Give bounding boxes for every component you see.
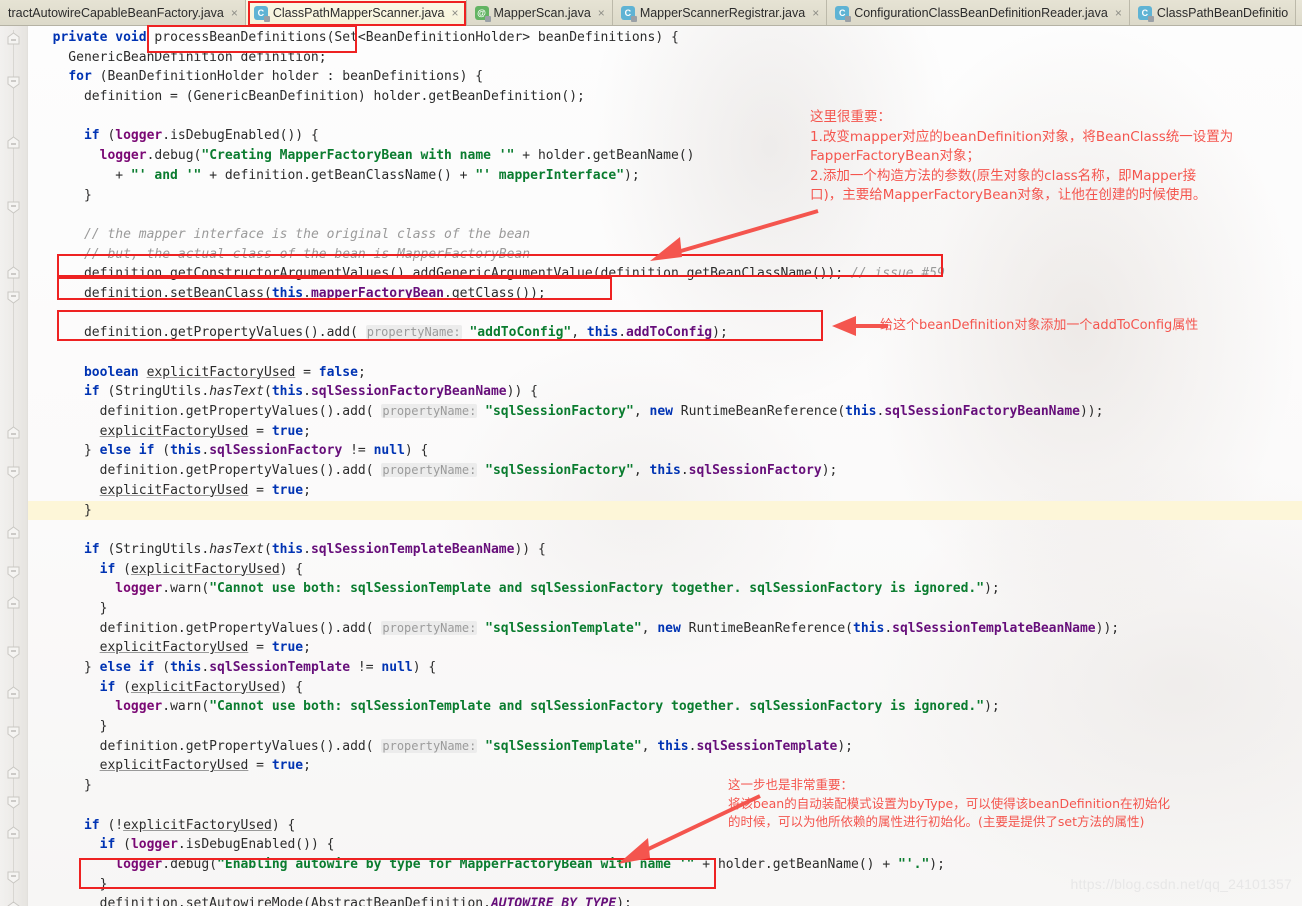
code-line[interactable]: logger.warn("Cannot use both: sqlSession… — [28, 579, 1302, 599]
annotation-note-add-to-config: 给这个beanDefinition对象添加一个addToConfig属性 — [880, 318, 1199, 333]
editor-tab-5[interactable]: C ClassPathBeanDefinitio — [1129, 0, 1297, 25]
code-line[interactable]: definition.getPropertyValues().add( prop… — [28, 402, 1302, 422]
close-icon[interactable]: × — [229, 7, 238, 19]
code-line[interactable] — [28, 520, 1302, 540]
code-line[interactable]: boolean explicitFactoryUsed = false; — [28, 363, 1302, 383]
code-line[interactable]: if (explicitFactoryUsed) { — [28, 560, 1302, 580]
editor-tab-label: ClassPathMapperScanner.java — [272, 6, 445, 20]
code-fold-icon[interactable] — [7, 686, 20, 699]
close-icon[interactable]: × — [450, 7, 459, 19]
code-line[interactable]: if (logger.isDebugEnabled()) { — [28, 835, 1302, 855]
code-fold-icon[interactable] — [7, 266, 20, 279]
code-line[interactable]: } — [28, 500, 1302, 521]
annotation-note-important: 这里很重要： 1.改变mapper对应的beanDefinition对象，将Be… — [810, 109, 1234, 204]
code-fold-icon[interactable] — [7, 291, 20, 304]
code-fold-icon[interactable] — [7, 76, 20, 89]
code-fold-icon[interactable] — [7, 466, 20, 479]
code-line[interactable]: // the mapper interface is the original … — [28, 225, 1302, 245]
java-class-icon: C — [835, 6, 852, 22]
code-line[interactable]: definition.setAutowireMode(AbstractBeanD… — [28, 894, 1302, 906]
editor-tab-3[interactable]: C MapperScannerRegistrar.java × — [612, 0, 828, 25]
code-line[interactable]: definition.getPropertyValues().add( prop… — [28, 461, 1302, 481]
code-fold-icon[interactable] — [7, 796, 20, 809]
code-line[interactable]: explicitFactoryUsed = true; — [28, 756, 1302, 776]
code-fold-icon[interactable] — [7, 201, 20, 214]
code-line[interactable]: definition.setBeanClass(this.mapperFacto… — [28, 284, 1302, 304]
editor-gutter[interactable] — [0, 26, 28, 906]
editor-tab-1[interactable]: C ClassPathMapperScanner.java × — [245, 0, 467, 25]
editor-tab-label: MapperScan.java — [493, 6, 591, 20]
editor-tab-label: ConfigurationClassBeanDefinitionReader.j… — [854, 6, 1108, 20]
code-fold-icon[interactable] — [7, 426, 20, 439]
code-line[interactable]: } — [28, 717, 1302, 737]
editor-tab-label: MapperScannerRegistrar.java — [639, 6, 806, 20]
code-line[interactable]: explicitFactoryUsed = true; — [28, 422, 1302, 442]
code-line[interactable]: for (BeanDefinitionHolder holder : beanD… — [28, 67, 1302, 87]
code-line[interactable]: explicitFactoryUsed = true; — [28, 481, 1302, 501]
code-line[interactable]: definition.getConstructorArgumentValues(… — [28, 264, 1302, 284]
editor-tab-label: ClassPathBeanDefinitio — [1156, 6, 1289, 20]
code-line[interactable]: if (StringUtils.hasText(this.sqlSessionT… — [28, 540, 1302, 560]
code-line[interactable]: logger.warn("Cannot use both: sqlSession… — [28, 697, 1302, 717]
editor-tab-0[interactable]: tractAutowireCapableBeanFactory.java × — [0, 0, 246, 25]
code-fold-icon[interactable] — [7, 566, 20, 579]
java-class-icon: C — [1137, 6, 1154, 22]
close-icon[interactable]: × — [1113, 7, 1122, 19]
code-fold-icon[interactable] — [7, 871, 20, 884]
code-line[interactable]: if (explicitFactoryUsed) { — [28, 678, 1302, 698]
code-fold-icon[interactable] — [7, 596, 20, 609]
editor-tab-4[interactable]: C ConfigurationClassBeanDefinitionReader.… — [827, 0, 1130, 25]
code-fold-icon[interactable] — [7, 826, 20, 839]
code-line[interactable]: // but, the actual class of the bean is … — [28, 245, 1302, 265]
code-line[interactable]: logger.debug("Enabling autowire by type … — [28, 855, 1302, 875]
code-fold-icon[interactable] — [7, 32, 20, 45]
code-line[interactable]: GenericBeanDefinition definition; — [28, 48, 1302, 68]
code-fold-icon[interactable] — [7, 526, 20, 539]
java-class-icon: C — [253, 6, 270, 22]
code-line[interactable]: if (StringUtils.hasText(this.sqlSessionF… — [28, 382, 1302, 402]
code-fold-icon[interactable] — [7, 901, 20, 906]
code-line[interactable]: definition = (GenericBeanDefinition) hol… — [28, 87, 1302, 107]
blog-watermark: https://blog.csdn.net/qq_24101357 — [1070, 876, 1292, 892]
code-line[interactable]: } else if (this.sqlSessionFactory != nul… — [28, 441, 1302, 461]
java-class-icon: C — [620, 6, 637, 22]
code-line[interactable]: explicitFactoryUsed = true; — [28, 638, 1302, 658]
code-line[interactable]: } — [28, 599, 1302, 619]
editor-tab-bar[interactable]: tractAutowireCapableBeanFactory.java × C Cl… — [0, 0, 1302, 26]
close-icon[interactable]: × — [810, 7, 819, 19]
editor-tab-label: tractAutowireCapableBeanFactory.java — [8, 6, 224, 20]
java-annotation-icon: @ — [474, 6, 491, 22]
ide-editor-window: tractAutowireCapableBeanFactory.java × C Cl… — [0, 0, 1302, 906]
code-line[interactable]: } else if (this.sqlSessionTemplate != nu… — [28, 658, 1302, 678]
close-icon[interactable]: × — [596, 7, 605, 19]
code-line[interactable]: private void processBeanDefinitions(Set<… — [28, 28, 1302, 48]
editor-tab-2[interactable]: @ MapperScan.java × — [466, 0, 613, 25]
code-fold-icon[interactable] — [7, 726, 20, 739]
code-line[interactable]: definition.getPropertyValues().add( prop… — [28, 737, 1302, 757]
code-line[interactable] — [28, 343, 1302, 363]
code-line[interactable] — [28, 205, 1302, 225]
code-line[interactable]: definition.getPropertyValues().add( prop… — [28, 619, 1302, 639]
code-fold-icon[interactable] — [7, 646, 20, 659]
code-fold-icon[interactable] — [7, 136, 20, 149]
annotation-note-autowire: 这一步也是非常重要： 将该bean的自动装配模式设置为byType，可以使得该b… — [728, 777, 1170, 829]
code-fold-icon[interactable] — [7, 766, 20, 779]
